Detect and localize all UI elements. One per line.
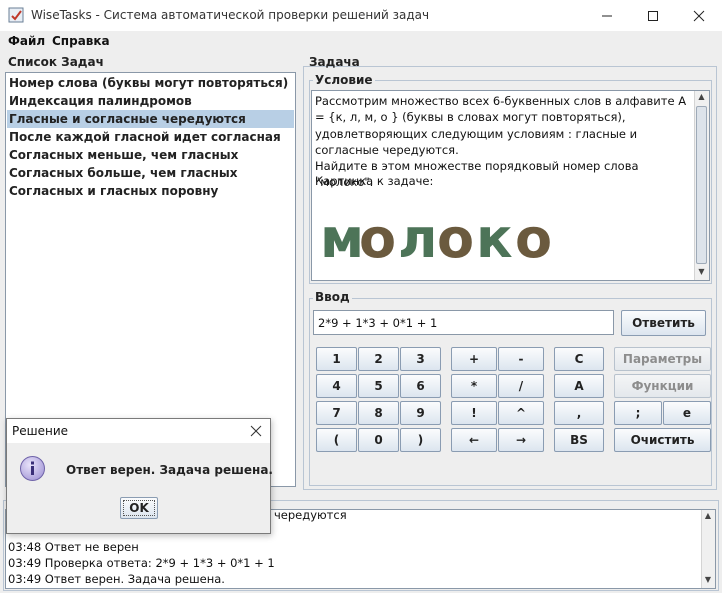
scroll-up-icon[interactable]: ▲ — [694, 92, 709, 101]
window-title: WiseTasks - Система автоматической прове… — [31, 8, 430, 22]
submit-button[interactable]: Ответить — [621, 310, 706, 336]
menu-help[interactable]: Справка — [52, 34, 110, 48]
log-line: 03:48 Ответ не верен — [8, 540, 139, 554]
key-power[interactable]: ^ — [498, 401, 544, 425]
task-list-item[interactable]: Индексация палиндромов — [7, 92, 294, 110]
maximize-icon[interactable] — [630, 0, 676, 31]
key-3[interactable]: 3 — [400, 347, 441, 371]
condition-scroll-thumb[interactable] — [696, 106, 707, 264]
key-e[interactable]: e — [663, 401, 711, 425]
clear-button[interactable]: Очистить — [614, 428, 711, 452]
params-button[interactable]: Параметры — [614, 347, 711, 371]
key-9[interactable]: 9 — [400, 401, 441, 425]
menu-file[interactable]: Файл — [8, 34, 45, 48]
picture-letter: о — [515, 209, 552, 269]
task-list-item[interactable]: Номер слова (буквы могут повторяться) — [7, 74, 294, 92]
key-8[interactable]: 8 — [358, 401, 399, 425]
task-list-item[interactable]: Согласных больше, чем гласных — [7, 164, 294, 182]
key-5[interactable]: 5 — [358, 374, 399, 398]
picture-letter: л — [398, 209, 438, 269]
dialog-close-icon[interactable] — [245, 420, 267, 442]
functions-button[interactable]: Функции — [614, 374, 711, 398]
arrow-left-icon[interactable]: ← — [451, 428, 497, 452]
task-list-title: Список Задач — [8, 55, 104, 69]
key-open-paren[interactable]: ( — [316, 428, 357, 452]
log-scroll-down-icon[interactable]: ▼ — [701, 575, 715, 584]
task-title: Задача — [309, 55, 360, 69]
key-minus[interactable]: - — [498, 347, 544, 371]
key-comma[interactable]: , — [554, 401, 604, 425]
dialog-title: Решение — [12, 424, 69, 438]
key-1[interactable]: 1 — [316, 347, 357, 371]
log-line: 03:49 Ответ верен. Задача решена. — [8, 572, 225, 586]
arrow-right-icon[interactable]: → — [498, 428, 544, 452]
task-list-item[interactable]: После каждой гласной идет согласная — [7, 128, 294, 146]
minimize-icon[interactable] — [584, 0, 630, 31]
key-semicolon[interactable]: ; — [614, 401, 662, 425]
ok-button[interactable]: OK — [120, 497, 158, 519]
picture-letter: к — [476, 209, 513, 269]
picture-label: Картинка к задаче: — [315, 174, 434, 188]
condition-box: Рассмотрим множество всех 6-буквенных сл… — [311, 90, 710, 281]
key-divide[interactable]: / — [498, 374, 544, 398]
task-list-item[interactable]: Согласных меньше, чем гласных — [7, 146, 294, 164]
info-icon — [20, 456, 45, 481]
picture-letter: о — [359, 209, 396, 269]
key-close-paren[interactable]: ) — [400, 428, 441, 452]
key-a[interactable]: A — [554, 374, 604, 398]
key-multiply[interactable]: * — [451, 374, 497, 398]
key-backspace[interactable]: BS — [554, 428, 604, 452]
key-6[interactable]: 6 — [400, 374, 441, 398]
picture-letter: м — [320, 209, 364, 269]
task-list-item[interactable]: Согласных и гласных поровну — [7, 182, 294, 200]
key-plus[interactable]: + — [451, 347, 497, 371]
key-c[interactable]: C — [554, 347, 604, 371]
close-icon[interactable] — [676, 0, 722, 31]
dialog-body — [7, 443, 270, 533]
key-7[interactable]: 7 — [316, 401, 357, 425]
answer-input[interactable]: 2*9 + 1*3 + 0*1 + 1 — [313, 310, 614, 335]
task-list-item-selected[interactable]: Гласные и согласные чередуются — [7, 110, 294, 128]
app-icon — [8, 7, 24, 23]
condition-title: Условие — [313, 73, 375, 87]
key-4[interactable]: 4 — [316, 374, 357, 398]
picture-letter: о — [437, 209, 474, 269]
log-scroll-up-icon[interactable]: ▲ — [701, 511, 715, 520]
dialog-message: Ответ верен. Задача решена. — [66, 463, 273, 477]
key-factorial[interactable]: ! — [451, 401, 497, 425]
log-line: 03:49 Проверка ответа: 2*9 + 1*3 + 0*1 +… — [8, 556, 275, 570]
task-picture: мо л о к о — [320, 209, 552, 269]
input-title: Ввод — [313, 290, 352, 304]
log-line: чередуются — [274, 509, 347, 522]
key-2[interactable]: 2 — [358, 347, 399, 371]
scroll-down-icon[interactable]: ▼ — [694, 267, 709, 276]
key-0[interactable]: 0 — [358, 428, 399, 452]
